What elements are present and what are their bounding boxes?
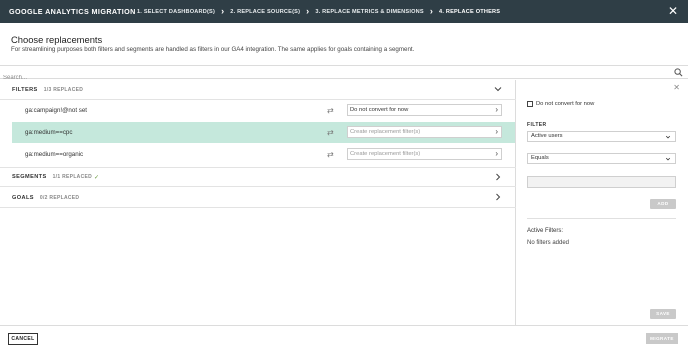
chevron-down-icon xyxy=(665,135,671,139)
chevron-right-icon: › xyxy=(495,149,498,158)
footer: CANCEL MIGRATE xyxy=(0,325,688,350)
search-bar xyxy=(0,65,688,84)
replacement-placeholder: Create replacement filter(s) xyxy=(350,129,421,135)
segments-title: SEGMENTS xyxy=(12,174,47,180)
segments-section-header[interactable]: SEGMENTS 1/1 REPLACED ✓ xyxy=(0,167,516,187)
save-button[interactable]: SAVE xyxy=(650,309,676,319)
goals-title: GOALS xyxy=(12,194,34,201)
replacement-select[interactable]: Do not convert for now › xyxy=(347,104,502,116)
check-icon: ✓ xyxy=(94,174,100,181)
add-button[interactable]: ADD xyxy=(650,199,676,209)
step-replace-sources[interactable]: 2. REPLACE SOURCE(S) xyxy=(230,9,300,15)
divider xyxy=(527,218,676,219)
filter-field-label: FILTER xyxy=(527,122,547,128)
do-not-convert-checkbox[interactable]: Do not convert for now xyxy=(527,101,594,107)
operator-select-value: Equals xyxy=(531,155,549,161)
chevron-right-icon[interactable] xyxy=(493,172,503,182)
replacement-list: FILTERS 1/3 REPLACED ga:campaign!@not se… xyxy=(0,80,516,325)
goals-count: 0/2 REPLACED xyxy=(39,194,80,201)
step-replace-others[interactable]: 4. REPLACE OTHERS xyxy=(439,9,500,15)
close-icon[interactable]: ✕ xyxy=(673,83,680,92)
replacement-value: Do not convert for now xyxy=(350,107,409,113)
swap-icon: ⇄ xyxy=(327,128,334,137)
stepper: 1. SELECT DASHBOARD(S) › 2. REPLACE SOUR… xyxy=(137,7,500,16)
search-icon[interactable] xyxy=(674,68,683,77)
field-select-value: Active users xyxy=(531,133,563,139)
page-subtitle: For streamlining purposes both filters a… xyxy=(11,46,415,53)
filter-label: ga:medium==organic xyxy=(25,151,84,158)
page-title: Choose replacements xyxy=(11,34,103,45)
chevron-right-icon: › xyxy=(429,6,434,16)
field-select[interactable]: Active users xyxy=(527,131,676,142)
app-title: GOOGLE ANALYTICS MIGRATION xyxy=(9,7,136,16)
filter-label: ga:medium==cpc xyxy=(25,129,73,136)
step-replace-metrics[interactable]: 3. REPLACE METRICS & DIMENSIONS xyxy=(315,9,423,15)
replacement-placeholder: Create replacement filter(s) xyxy=(350,151,421,157)
top-bar: GOOGLE ANALYTICS MIGRATION 1. SELECT DAS… xyxy=(0,0,688,23)
empty-filters-text: No filters added xyxy=(527,240,570,246)
close-icon[interactable]: ✕ xyxy=(668,5,678,17)
filters-title: FILTERS xyxy=(12,86,38,93)
swap-icon: ⇄ xyxy=(327,150,334,159)
replacement-select[interactable]: Create replacement filter(s) › xyxy=(347,148,502,160)
operator-select[interactable]: Equals xyxy=(527,153,676,164)
filters-section-header[interactable]: FILTERS 1/3 REPLACED xyxy=(0,80,516,100)
chevron-right-icon: › xyxy=(306,6,310,16)
filter-row-selected[interactable]: ga:medium==cpc ⇄ Create replacement filt… xyxy=(12,122,515,143)
cancel-button[interactable]: CANCEL xyxy=(8,333,38,345)
chevron-right-icon[interactable] xyxy=(493,192,503,202)
checkbox-icon[interactable] xyxy=(527,101,533,107)
active-filters-label: Active Filters: xyxy=(527,228,564,234)
do-not-convert-label: Do not convert for now xyxy=(536,101,595,107)
chevron-down-icon xyxy=(665,157,671,161)
filters-count: 1/3 REPLACED xyxy=(43,86,84,93)
swap-icon: ⇄ xyxy=(327,106,334,115)
replacement-select[interactable]: Create replacement filter(s) › xyxy=(347,126,502,138)
filter-row[interactable]: ga:campaign!@not set ⇄ Do not convert fo… xyxy=(12,100,515,121)
goals-section-header[interactable]: GOALS 0/2 REPLACED xyxy=(0,188,516,208)
segments-count: 1/1 REPLACED xyxy=(52,174,93,180)
filter-value-input[interactable] xyxy=(527,176,676,188)
filter-editor-panel: ✕ Do not convert for now FILTER Active u… xyxy=(517,80,688,325)
chevron-right-icon: › xyxy=(495,127,498,136)
filter-row[interactable]: ga:medium==organic ⇄ Create replacement … xyxy=(12,144,515,165)
chevron-right-icon: › xyxy=(495,105,498,114)
chevron-right-icon: › xyxy=(221,6,225,16)
step-select-dashboards[interactable]: 1. SELECT DASHBOARD(S) xyxy=(137,9,215,15)
migrate-button[interactable]: MIGRATE xyxy=(646,333,678,344)
chevron-up-icon[interactable] xyxy=(493,84,503,94)
filter-label: ga:campaign!@not set xyxy=(25,107,88,114)
